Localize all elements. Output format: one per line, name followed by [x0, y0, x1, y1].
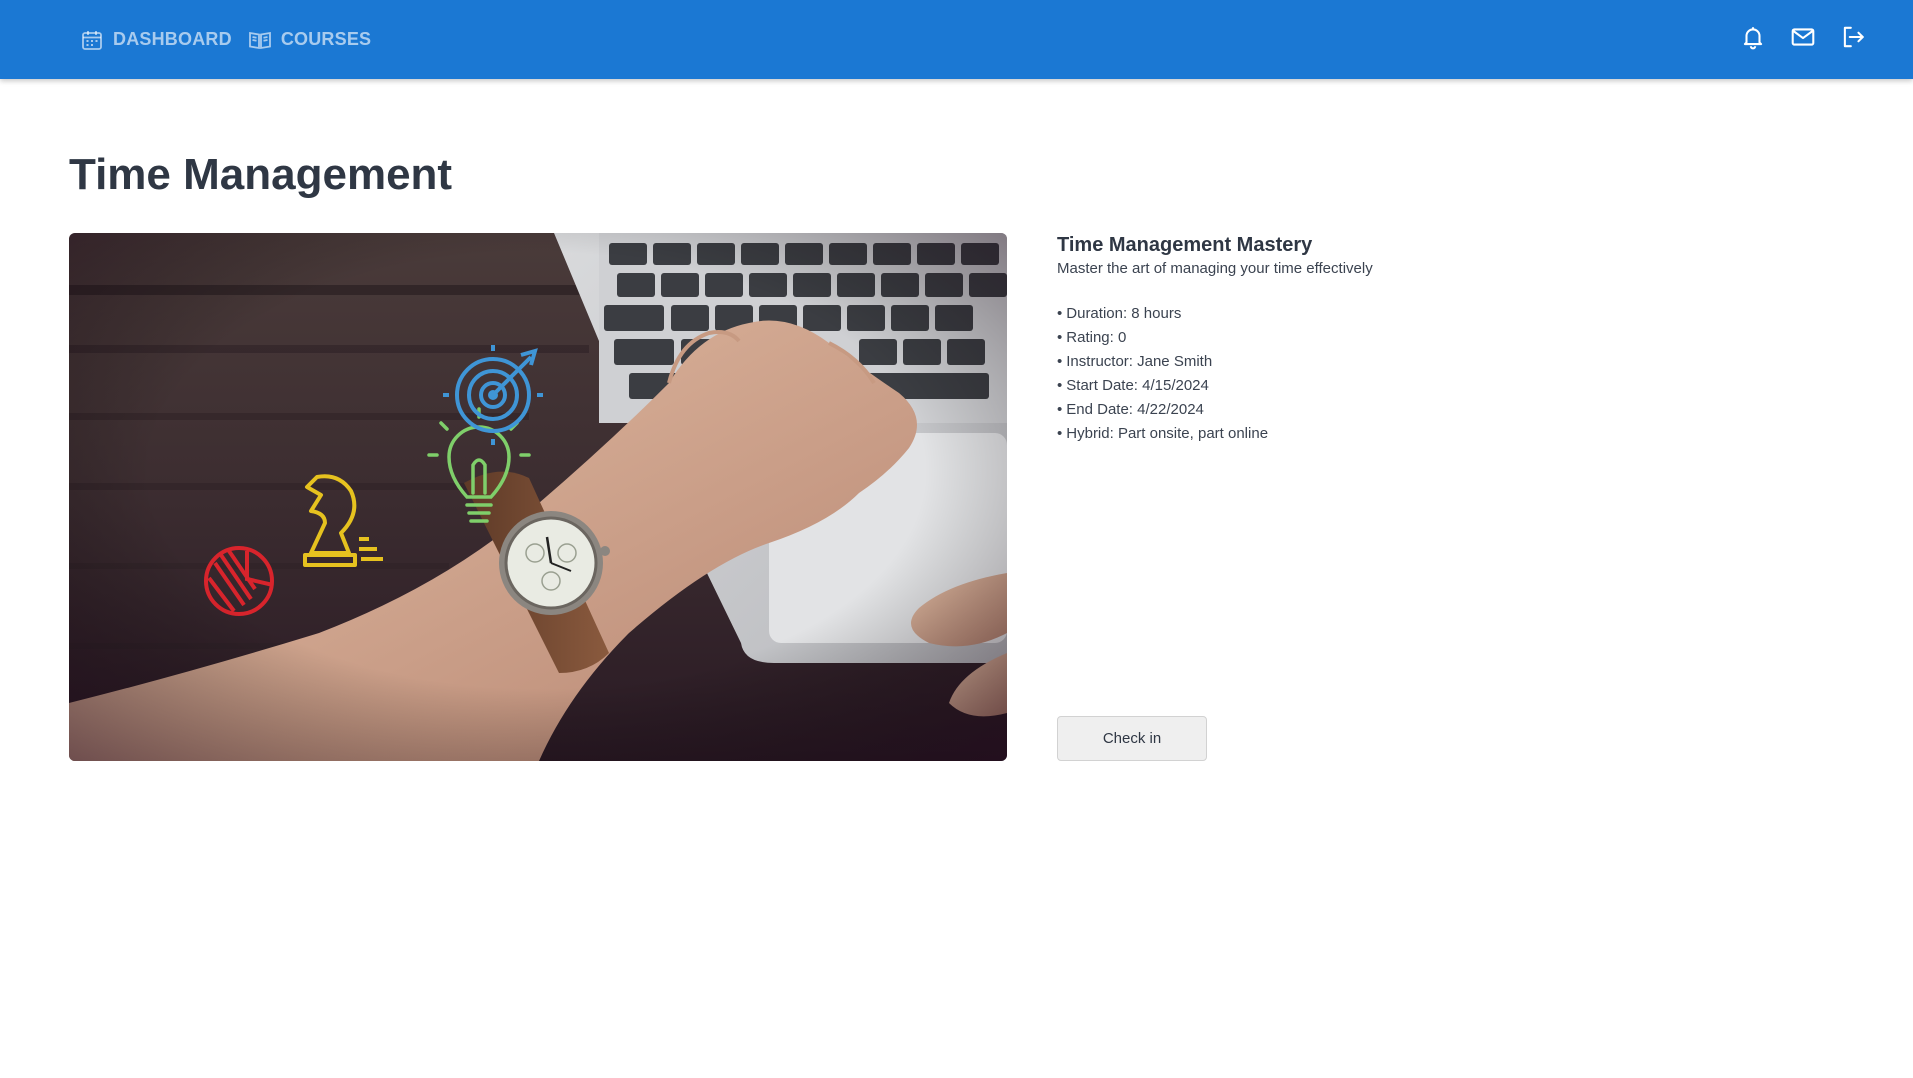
mail-icon [1790, 24, 1816, 55]
course-info-list: • Duration: 8 hours • Rating: 0 • Instructo… [1057, 302, 1757, 446]
list-item: • Hybrid: Part onsite, part online [1057, 425, 1269, 442]
check-in-button[interactable]: Check in [1057, 716, 1207, 761]
list-item: • Rating: 0 [1057, 329, 1127, 346]
course-description: Master the art of managing your time eff… [1057, 260, 1373, 277]
list-item: • Instructor: Jane Smith [1057, 353, 1213, 370]
course-image [69, 233, 1007, 761]
list-item: • End Date: 4/22/2024 [1057, 401, 1204, 418]
top-app-bar: DASHBOARD COURSES [0, 0, 1913, 79]
nav-courses-label: COURSES [280, 29, 372, 49]
bell-icon [1740, 24, 1766, 55]
course-name: Time Management Mastery [1057, 234, 1313, 256]
nav-dashboard[interactable]: DASHBOARD [80, 28, 232, 52]
logout-icon [1840, 24, 1866, 55]
logout-button[interactable] [1833, 20, 1873, 60]
header-actions [1723, 0, 1873, 79]
book-open-icon [248, 28, 272, 52]
calendar-icon [80, 28, 104, 52]
nav-courses[interactable]: COURSES [248, 28, 371, 52]
messages-button[interactable] [1783, 20, 1823, 60]
page-title: Time Management [69, 150, 453, 199]
course-details: Time Management Mastery Master the art o… [1057, 233, 1757, 446]
notifications-button[interactable] [1733, 20, 1773, 60]
list-item: • Duration: 8 hours [1057, 305, 1182, 322]
list-item: • Start Date: 4/15/2024 [1057, 377, 1209, 394]
main-nav: DASHBOARD COURSES [80, 0, 387, 79]
nav-dashboard-label: DASHBOARD [113, 29, 232, 49]
